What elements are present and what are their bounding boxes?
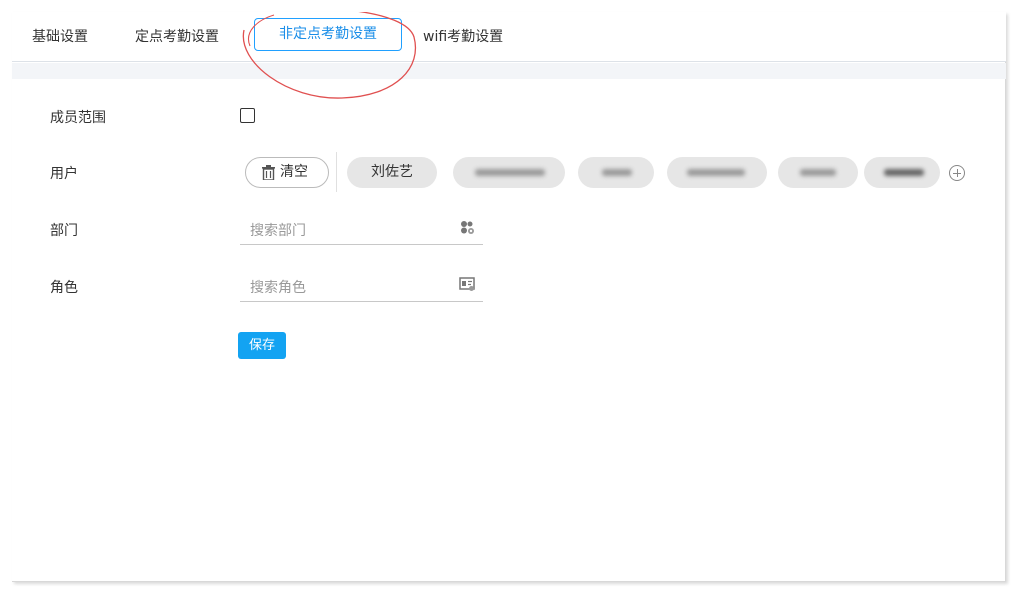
tab-bar-divider-strip (12, 63, 1006, 79)
tab-wifi-attendance[interactable]: wifi考勤设置 (423, 26, 503, 46)
chip-separator (336, 152, 337, 192)
role-label: 角色 (50, 280, 78, 296)
user-chip[interactable]: 刘佐艺 (347, 157, 437, 188)
user-chip[interactable] (667, 157, 767, 188)
save-button[interactable]: 保存 (238, 332, 286, 359)
id-card-icon (459, 277, 475, 291)
group-icon (461, 221, 474, 234)
tab-fixed-attendance[interactable]: 定点考勤设置 (135, 26, 219, 46)
department-label: 部门 (50, 223, 78, 239)
tab-non-fixed-attendance[interactable]: 非定点考勤设置 (254, 18, 402, 51)
department-search-placeholder: 搜索部门 (250, 223, 306, 239)
user-chip[interactable] (778, 157, 858, 188)
blur-gap (568, 163, 578, 183)
user-chip[interactable] (578, 157, 654, 188)
clear-users-button[interactable]: 清空 (245, 157, 329, 188)
member-scope-checkbox[interactable] (240, 108, 255, 123)
clear-users-label: 清空 (280, 164, 308, 180)
attendance-settings-window: 基础设置 定点考勤设置 非定点考勤设置 wifi考勤设置 成员范围 用户 清空 … (12, 12, 1006, 582)
role-search-field[interactable]: 搜索角色 (240, 268, 483, 302)
user-chip[interactable] (864, 157, 940, 188)
blur-gap (657, 163, 667, 183)
user-chip[interactable] (453, 157, 565, 188)
users-label: 用户 (50, 166, 78, 182)
trash-icon (262, 165, 275, 180)
settings-tab-bar: 基础设置 定点考勤设置 非定点考勤设置 wifi考勤设置 (12, 12, 1006, 62)
role-search-placeholder: 搜索角色 (250, 280, 306, 296)
blur-gap (770, 163, 778, 183)
member-scope-label: 成员范围 (50, 110, 106, 126)
tab-basic-settings[interactable]: 基础设置 (32, 26, 88, 46)
add-user-icon[interactable] (949, 165, 965, 181)
department-search-field[interactable]: 搜索部门 (240, 211, 483, 245)
